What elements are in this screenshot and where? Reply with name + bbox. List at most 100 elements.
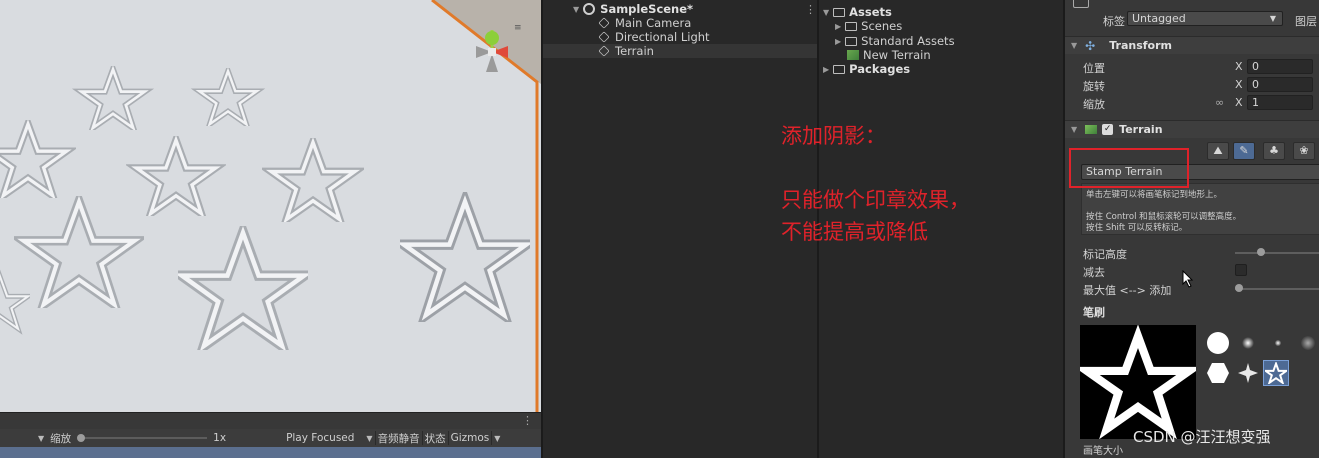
chevron-down-icon: ▼ (1269, 14, 1276, 23)
mute-audio-toggle[interactable]: 音频静音 (378, 431, 420, 446)
position-x-field[interactable]: 0 (1247, 59, 1313, 74)
scene-panel: ≡ ⋮ ▼ 缩放 1x Play Focused ▼ 音频静音 状态 Gizmo… (0, 0, 541, 458)
tutorial-annotation: 添加阴影： 只能做个印章效果， 不能提高或降低 (781, 120, 970, 248)
scale-label: 缩放 (1083, 98, 1105, 111)
terrain-mode-value: Stamp Terrain (1086, 165, 1163, 178)
mouse-cursor-icon (1182, 270, 1194, 288)
brush-size-label: 画笔大小 (1083, 446, 1123, 457)
subtract-label: 减去 (1083, 266, 1105, 279)
terrain-mode-dropdown[interactable]: Stamp Terrain (1081, 164, 1319, 180)
terrain-component-header[interactable]: ▼ ✓ Terrain (1065, 120, 1319, 138)
project-folder-standard-assets[interactable]: ▶ Standard Assets (835, 34, 955, 48)
zoom-slider-knob[interactable] (77, 434, 86, 442)
help-text: 单击左键可以将画笔标记到地形上。 (1086, 190, 1223, 200)
brush-hexagon[interactable] (1205, 360, 1231, 386)
rotation-label: 旋转 (1083, 80, 1105, 93)
subtract-checkbox[interactable] (1235, 264, 1247, 276)
svg-text:≡: ≡ (514, 23, 522, 33)
scene-bottom-strip (0, 447, 541, 458)
chevron-down-icon[interactable]: ▼ (366, 434, 372, 443)
hierarchy-item-label: Terrain (615, 44, 654, 58)
kebab-menu-icon[interactable]: ⋮ (522, 414, 533, 427)
hierarchy-scene-row[interactable]: ▼ SampleScene* (573, 2, 693, 16)
expand-arrow-icon[interactable]: ▶ (835, 22, 841, 31)
folder-icon (833, 64, 846, 74)
chevron-down-icon[interactable]: ▼ (38, 434, 44, 443)
stamped-star (400, 192, 530, 322)
zoom-slider[interactable] (77, 432, 208, 444)
folder-icon (833, 7, 846, 17)
folder-label: Scenes (861, 19, 903, 33)
folder-icon (845, 36, 858, 46)
project-folder-packages[interactable]: ▶ Packages (823, 62, 910, 76)
brush-star-selected[interactable] (1263, 360, 1289, 386)
brush-noise[interactable] (1295, 330, 1319, 356)
expand-arrow-icon[interactable]: ▶ (823, 65, 829, 74)
expand-arrow-icon[interactable]: ▼ (1071, 41, 1077, 50)
tag-dropdown[interactable]: Untagged ▼ (1127, 11, 1283, 26)
scene-name: SampleScene* (600, 2, 694, 16)
unity-scene-icon (583, 3, 596, 15)
project-asset-new-terrain[interactable]: New Terrain (847, 48, 931, 62)
transform-header[interactable]: ▼ ✣ Transform (1065, 36, 1319, 54)
stamp-height-slider[interactable] (1235, 252, 1319, 254)
annotation-line: 不能提高或降低 (781, 220, 928, 244)
annotation-line: 添加阴影： (781, 124, 886, 148)
gizmos-toggle[interactable]: Gizmos (451, 432, 490, 444)
gameobject-cube-icon (598, 17, 610, 29)
play-focused-dropdown[interactable]: Play Focused (286, 432, 354, 444)
stamped-star (14, 196, 144, 308)
hierarchy-item[interactable]: Directional Light (598, 30, 710, 44)
brush-circle-hard[interactable] (1205, 330, 1231, 356)
brush-circle-soft[interactable] (1235, 330, 1261, 356)
gameobject-cube-icon (598, 45, 610, 57)
project-folder-assets[interactable]: ▼ Assets (823, 5, 892, 19)
stamped-star (0, 120, 76, 198)
expand-arrow-icon[interactable]: ▶ (835, 37, 841, 46)
max-add-slider-knob[interactable] (1235, 284, 1243, 292)
tag-label: 标签 (1103, 15, 1125, 28)
help-text: 按住 Shift 可以反转标记。 (1086, 223, 1188, 233)
brush-preview (1074, 324, 1202, 440)
transform-icon: ✣ (1085, 38, 1096, 53)
enabled-checkbox[interactable]: ✓ (1102, 124, 1114, 135)
component-title: Terrain (1119, 123, 1163, 136)
link-icon[interactable]: ∞ (1215, 96, 1224, 109)
hierarchy-item-label: Directional Light (615, 30, 710, 44)
scale-x-field[interactable]: 1 (1247, 95, 1313, 110)
project-folder-scenes[interactable]: ▶ Scenes (835, 19, 902, 33)
paint-details-tool[interactable]: ❀ (1293, 142, 1315, 160)
brush-circle-tiny[interactable] (1265, 330, 1291, 356)
expand-arrow-icon[interactable]: ▼ (573, 5, 579, 14)
terrain-icon (1085, 125, 1098, 134)
rotation-x-field[interactable]: 0 (1247, 77, 1313, 92)
gameobject-icon (1073, 0, 1089, 8)
raise-lower-terrain-tool[interactable]: ⛰ (1207, 142, 1229, 160)
max-add-slider[interactable] (1235, 288, 1319, 290)
kebab-menu-icon[interactable]: ⋮ (805, 3, 816, 16)
terrain-asset-icon (847, 50, 859, 60)
help-box: 单击左键可以将画笔标记到地形上。 按住 Control 和鼠标滚轮可以调整高度。… (1081, 183, 1319, 235)
folder-icon (845, 21, 858, 31)
watermark: CSDN @汪汪想变强 (1133, 428, 1271, 446)
axis-x-label: X (1235, 60, 1243, 73)
hierarchy-item-selected[interactable]: Terrain (543, 44, 817, 58)
stamp-height-label: 标记高度 (1083, 248, 1127, 261)
folder-label: Packages (849, 62, 911, 76)
stamped-star (178, 226, 308, 350)
star-brush-preview-icon (1074, 324, 1202, 440)
hierarchy-item[interactable]: Main Camera (598, 16, 691, 30)
paint-trees-tool[interactable]: ♣ (1263, 142, 1285, 160)
expand-arrow-icon[interactable]: ▼ (1071, 125, 1077, 134)
axis-x-label: X (1235, 78, 1243, 91)
annotation-line: 只能做个印章效果， (781, 188, 970, 212)
stats-toggle[interactable]: 状态 (425, 431, 446, 446)
stamp-height-slider-knob[interactable] (1256, 248, 1265, 256)
expand-arrow-icon[interactable]: ▼ (823, 8, 829, 17)
asset-label: New Terrain (863, 48, 931, 62)
scene-viewport[interactable]: ≡ (0, 0, 541, 412)
brush-burst[interactable] (1235, 360, 1261, 386)
orientation-gizmo[interactable]: ≡ (462, 18, 528, 84)
paint-terrain-tool[interactable]: ✎ (1233, 142, 1255, 160)
chevron-down-icon[interactable]: ▼ (494, 434, 500, 443)
